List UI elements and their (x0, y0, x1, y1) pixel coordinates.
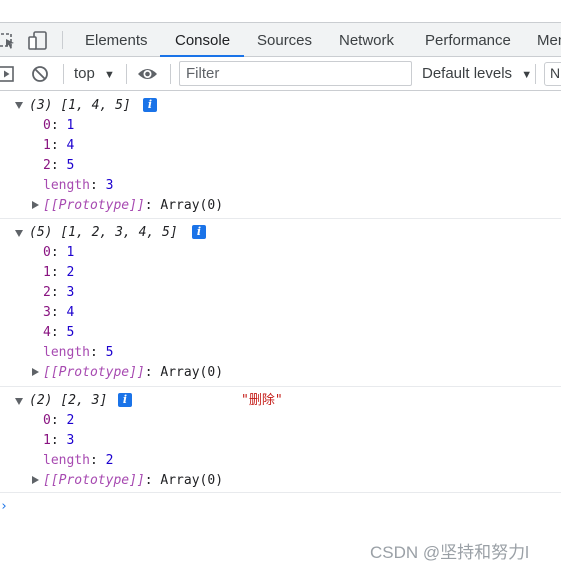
tab-console[interactable]: Console (175, 32, 230, 49)
expand-triangle-icon[interactable] (15, 102, 23, 109)
tab-memory[interactable]: Mem (537, 32, 561, 49)
info-icon[interactable]: i (118, 393, 132, 407)
live-expression-eye-icon[interactable] (137, 66, 158, 85)
array-preview: [2, 3] (60, 393, 108, 408)
collapse-triangle-icon[interactable] (32, 201, 39, 209)
logged-string: "删除" (241, 393, 283, 408)
array-summary[interactable]: (2) [2, 3] (29, 391, 107, 411)
tab-performance[interactable]: Performance (425, 32, 511, 49)
clear-console-icon[interactable] (31, 65, 49, 86)
array-entry: 1: 4 (43, 138, 75, 153)
info-icon[interactable]: i (192, 225, 206, 239)
devtools-tab-bar: Elements Console Sources Network Perform… (0, 22, 561, 57)
array-entry: 1: 2 (43, 265, 75, 280)
array-entry: 1: 3 (43, 433, 75, 448)
toolbar-separator (535, 64, 536, 84)
array-length: length: 2 (43, 453, 114, 468)
array-count: (5) (29, 225, 53, 240)
array-entry: 0: 1 (43, 118, 75, 133)
context-selector-label: top (74, 65, 95, 82)
toolbar-separator (126, 64, 127, 84)
array-count: (2) (29, 393, 53, 408)
array-preview: [1, 2, 3, 4, 5] (60, 225, 178, 240)
array-summary[interactable]: (5) [1, 2, 3, 4, 5] (29, 223, 178, 243)
array-entry: 2: 5 (43, 158, 75, 173)
message-divider (0, 218, 561, 219)
watermark: CSDN @坚持和努力l (370, 543, 529, 562)
tab-separator (62, 31, 63, 49)
tab-elements[interactable]: Elements (85, 32, 148, 49)
toolbar-separator (63, 64, 64, 84)
array-summary[interactable]: (3) [1, 4, 5] (29, 96, 131, 116)
log-levels-label: Default levels (422, 65, 513, 82)
filter-input[interactable] (179, 61, 412, 86)
array-prototype[interactable]: [[Prototype]]: Array(0) (43, 471, 223, 491)
array-prototype[interactable]: [[Prototype]]: Array(0) (43, 196, 223, 216)
log-levels-dropdown[interactable]: Default levels ▼ (422, 65, 532, 82)
chevron-down-icon: ▼ (104, 69, 115, 81)
array-entry: 0: 1 (43, 245, 75, 260)
array-preview: [1, 4, 5] (60, 98, 131, 113)
array-entry: 0: 2 (43, 413, 75, 428)
expand-triangle-icon[interactable] (15, 230, 23, 237)
array-entry: 2: 3 (43, 285, 75, 300)
message-divider (0, 492, 561, 493)
info-icon[interactable]: i (143, 98, 157, 112)
expand-triangle-icon[interactable] (15, 398, 23, 405)
message-divider (0, 386, 561, 387)
console-prompt-caret[interactable]: › (0, 499, 8, 514)
chevron-down-icon: ▼ (521, 69, 533, 81)
array-entry: 3: 4 (43, 305, 75, 320)
toolbar-separator (170, 64, 171, 84)
array-length: length: 5 (43, 345, 114, 360)
array-count: (3) (29, 98, 53, 113)
device-toolbar-icon[interactable] (28, 31, 50, 51)
array-prototype[interactable]: [[Prototype]]: Array(0) (43, 363, 223, 383)
collapse-triangle-icon[interactable] (32, 368, 39, 376)
context-selector[interactable]: top ▼ (74, 65, 115, 82)
collapse-triangle-icon[interactable] (32, 476, 39, 484)
sidebar-toggle-icon[interactable] (0, 66, 14, 85)
array-length: length: 3 (43, 178, 114, 193)
array-entry: 4: 5 (43, 325, 75, 340)
inspect-element-icon[interactable] (0, 31, 16, 51)
tab-sources[interactable]: Sources (257, 32, 312, 49)
tab-network[interactable]: Network (339, 32, 394, 49)
console-toolbar: top ▼ Default levels ▼ N (0, 57, 561, 91)
issues-button[interactable]: N (544, 62, 561, 86)
